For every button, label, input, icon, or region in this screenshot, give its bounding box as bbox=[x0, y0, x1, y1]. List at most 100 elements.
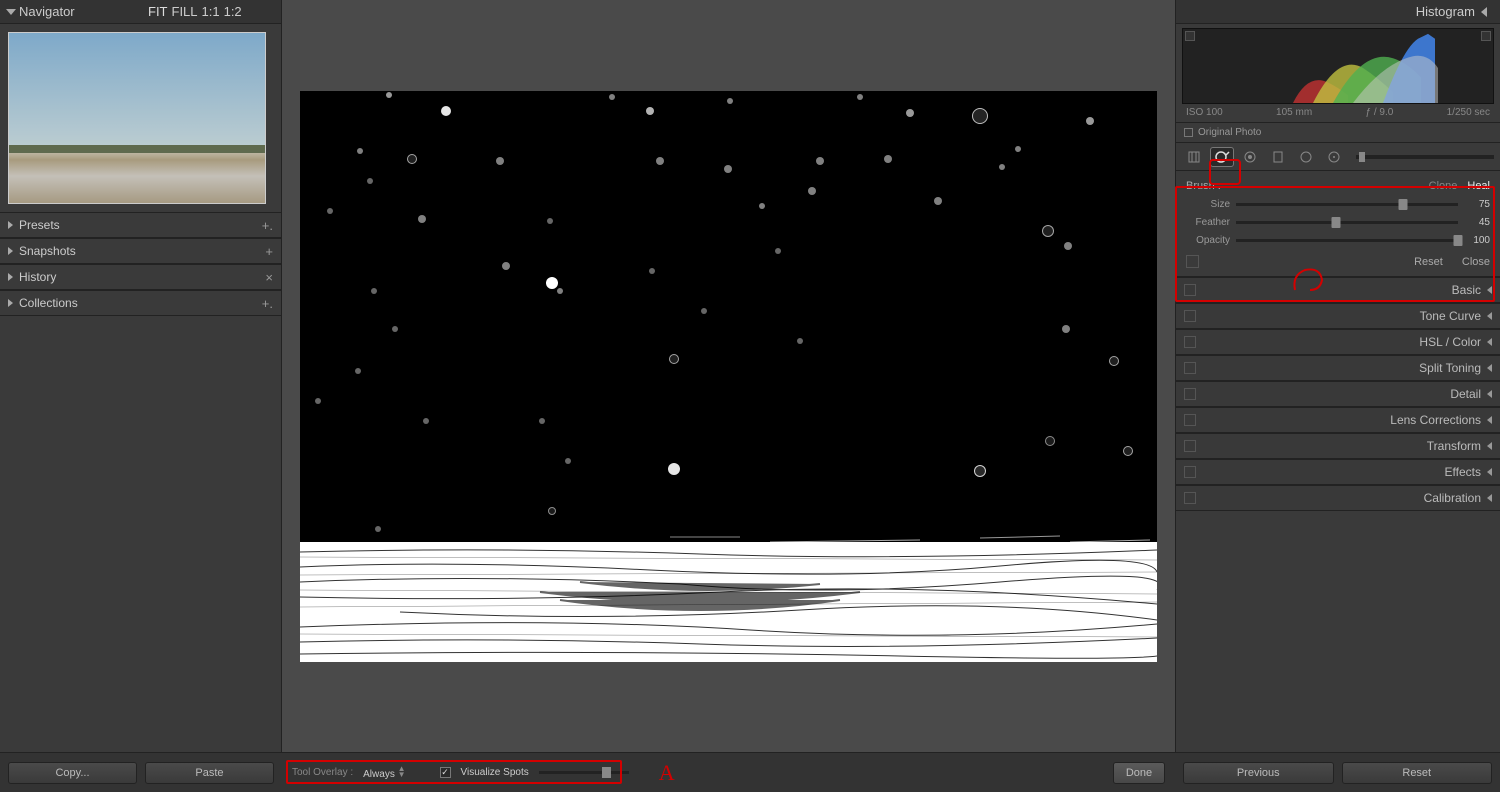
section-effects[interactable]: Effects bbox=[1176, 459, 1500, 485]
paste-button[interactable]: Paste bbox=[145, 762, 274, 784]
heal-mode[interactable]: Heal bbox=[1467, 180, 1490, 192]
reset-button[interactable]: Reset bbox=[1342, 762, 1493, 784]
reset-button[interactable]: Reset bbox=[1414, 256, 1443, 268]
brush-label: Brush : bbox=[1186, 180, 1419, 192]
panel-switch-icon[interactable] bbox=[1184, 466, 1196, 478]
dust-spot bbox=[668, 463, 680, 475]
ground-texture bbox=[300, 542, 1157, 662]
section-split-toning[interactable]: Split Toning bbox=[1176, 355, 1500, 381]
section-tone-curve[interactable]: Tone Curve bbox=[1176, 303, 1500, 329]
dust-spot bbox=[371, 288, 377, 294]
disclosure-icon bbox=[1487, 390, 1492, 398]
dust-spot bbox=[656, 157, 664, 165]
panel-switch-icon[interactable] bbox=[1184, 310, 1196, 322]
clone-mode[interactable]: Clone bbox=[1429, 180, 1458, 192]
section-lens-corrections[interactable]: Lens Corrections bbox=[1176, 407, 1500, 433]
visualize-spots-slider[interactable] bbox=[539, 771, 629, 774]
navigator-header[interactable]: Navigator FITFILL1:11:2 bbox=[0, 0, 281, 24]
previous-button[interactable]: Previous bbox=[1183, 762, 1334, 784]
dust-spot bbox=[548, 507, 556, 515]
tool-overlay-dropdown[interactable]: Always ▲▼ bbox=[363, 766, 405, 780]
histogram-display[interactable] bbox=[1182, 28, 1494, 104]
radial-filter-tool[interactable] bbox=[1294, 147, 1318, 167]
clip-indicator-shadows[interactable] bbox=[1185, 31, 1195, 41]
dust-spot bbox=[797, 338, 803, 344]
panel-switch-icon[interactable] bbox=[1184, 362, 1196, 374]
tool-slider[interactable] bbox=[1356, 155, 1494, 159]
disclosure-icon bbox=[6, 9, 16, 15]
dust-spot bbox=[367, 178, 373, 184]
panel-switch-icon[interactable] bbox=[1184, 388, 1196, 400]
panel-snapshots[interactable]: Snapshots+ bbox=[0, 238, 281, 264]
panel-switch-icon[interactable] bbox=[1184, 440, 1196, 452]
dust-spot bbox=[974, 465, 986, 477]
dust-spot bbox=[727, 98, 733, 104]
dust-spot bbox=[669, 354, 679, 364]
dust-spot bbox=[1042, 225, 1054, 237]
disclosure-icon bbox=[1487, 494, 1492, 502]
panel-switch-icon[interactable] bbox=[1184, 492, 1196, 504]
slider-opacity[interactable]: Opacity100 bbox=[1186, 231, 1490, 249]
slider-size[interactable]: Size75 bbox=[1186, 195, 1490, 213]
dust-spot bbox=[547, 218, 553, 224]
image-canvas-area bbox=[282, 0, 1175, 752]
done-button[interactable]: Done bbox=[1113, 762, 1165, 784]
disclosure-icon bbox=[1487, 416, 1492, 424]
panel-switch-icon[interactable] bbox=[1184, 414, 1196, 426]
dust-spot bbox=[386, 92, 392, 98]
dust-spot bbox=[502, 262, 510, 270]
crop-tool[interactable] bbox=[1182, 147, 1206, 167]
panel-switch-icon[interactable] bbox=[1186, 255, 1199, 268]
dust-spot bbox=[539, 418, 545, 424]
dust-spot bbox=[884, 155, 892, 163]
dust-spot bbox=[407, 154, 417, 164]
panel-collections[interactable]: Collections+. bbox=[0, 290, 281, 316]
clip-indicator-highlights[interactable] bbox=[1481, 31, 1491, 41]
disclosure-icon bbox=[1481, 7, 1487, 17]
zoom-options[interactable]: FITFILL1:11:2 bbox=[146, 4, 273, 19]
dust-spot bbox=[557, 288, 563, 294]
image-canvas[interactable] bbox=[300, 91, 1157, 662]
disclosure-icon bbox=[1487, 468, 1492, 476]
panel-presets[interactable]: Presets+. bbox=[0, 212, 281, 238]
panel-switch-icon[interactable] bbox=[1184, 336, 1196, 348]
graduated-filter-tool[interactable] bbox=[1266, 147, 1290, 167]
dust-spot bbox=[418, 215, 426, 223]
redeye-tool[interactable] bbox=[1238, 147, 1262, 167]
section-transform[interactable]: Transform bbox=[1176, 433, 1500, 459]
visualize-spots-checkbox[interactable]: ✓ bbox=[440, 767, 451, 778]
left-sidebar: Navigator FITFILL1:11:2 Presets+.Snapsho… bbox=[0, 0, 282, 752]
dust-spot bbox=[1045, 436, 1055, 446]
dust-spot bbox=[565, 458, 571, 464]
original-photo-toggle[interactable]: Original Photo bbox=[1176, 122, 1500, 143]
dust-spot bbox=[701, 308, 707, 314]
panel-switch-icon[interactable] bbox=[1184, 284, 1196, 296]
slider-feather[interactable]: Feather45 bbox=[1186, 213, 1490, 231]
dust-spot bbox=[1086, 117, 1094, 125]
section-basic[interactable]: Basic bbox=[1176, 277, 1500, 303]
tool-overlay-label: Tool Overlay : bbox=[292, 767, 353, 778]
copy-button[interactable]: Copy... bbox=[8, 762, 137, 784]
dust-spot bbox=[1062, 325, 1070, 333]
disclosure-icon bbox=[8, 273, 13, 281]
section-calibration[interactable]: Calibration bbox=[1176, 485, 1500, 511]
dust-spot bbox=[609, 94, 615, 100]
close-button[interactable]: Close bbox=[1462, 256, 1490, 268]
spot-removal-tool[interactable] bbox=[1210, 147, 1234, 167]
brush-panel: Brush : Clone Heal Size75Feather45Opacit… bbox=[1176, 171, 1500, 277]
histogram-header[interactable]: Histogram bbox=[1176, 0, 1500, 24]
brush-tool[interactable] bbox=[1322, 147, 1346, 167]
dust-spot bbox=[857, 94, 863, 100]
dust-spot bbox=[906, 109, 914, 117]
section-detail[interactable]: Detail bbox=[1176, 381, 1500, 407]
visualize-spots-label: Visualize Spots bbox=[461, 767, 529, 778]
panel-history[interactable]: History× bbox=[0, 264, 281, 290]
disclosure-icon bbox=[8, 221, 13, 229]
dust-spot bbox=[724, 165, 732, 173]
navigator-title: Navigator bbox=[19, 4, 146, 19]
section-hsl-color[interactable]: HSL / Color bbox=[1176, 329, 1500, 355]
navigator-thumbnail[interactable] bbox=[8, 32, 266, 204]
disclosure-icon bbox=[8, 299, 13, 307]
disclosure-icon bbox=[8, 247, 13, 255]
dust-spot bbox=[775, 248, 781, 254]
